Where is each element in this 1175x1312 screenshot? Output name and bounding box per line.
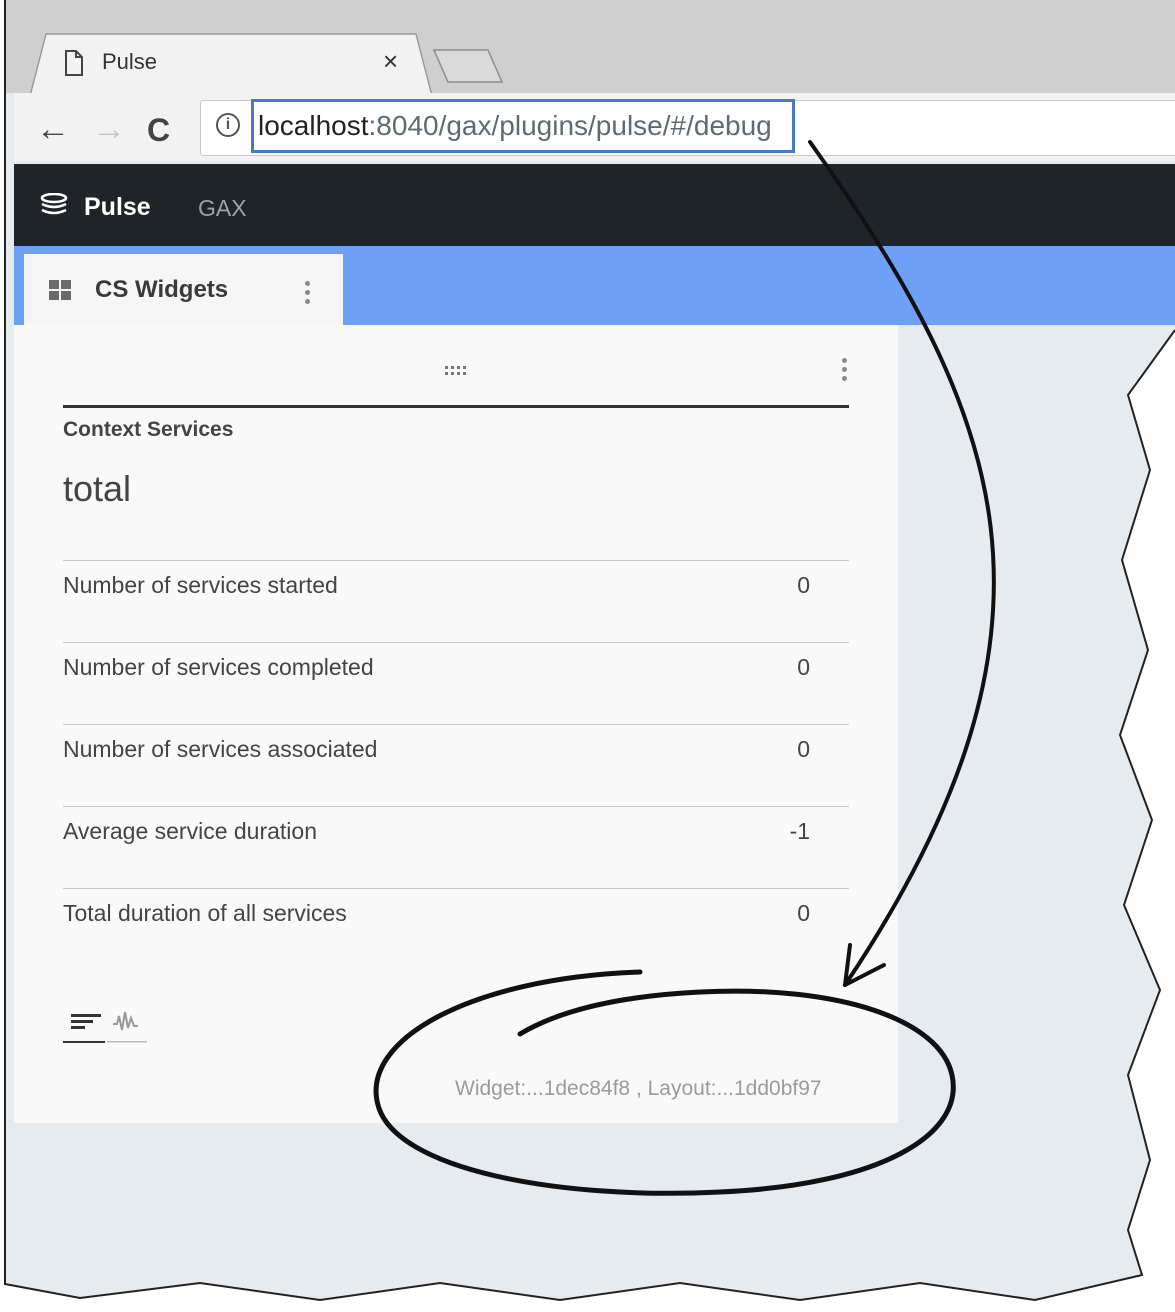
metric-value: 0 — [797, 654, 810, 680]
widget-statistic: total — [63, 468, 132, 509]
row-divider — [63, 724, 849, 725]
metric-label: Number of services started — [63, 572, 338, 598]
app-header — [14, 164, 1175, 246]
widget-header-rule — [63, 405, 849, 408]
tab-label: CS Widgets — [95, 276, 229, 303]
metric-label: Average service duration — [63, 818, 317, 844]
metric-value: 0 — [797, 900, 810, 926]
tab-strip: Pulse × — [0, 0, 1175, 97]
app-brand[interactable]: Pulse — [84, 193, 151, 222]
back-arrow-icon[interactable]: ← — [36, 110, 70, 149]
url-host: localhost — [258, 110, 369, 141]
row-divider — [63, 560, 849, 561]
metric-value: 0 — [797, 736, 810, 762]
row-divider — [63, 888, 849, 889]
page-icon — [65, 50, 83, 76]
new-tab-button[interactable] — [432, 48, 504, 84]
row-divider — [63, 642, 849, 643]
metric-value: 0 — [797, 572, 810, 598]
grid-icon — [49, 280, 71, 300]
pulse-logo-icon — [40, 193, 68, 215]
url-text[interactable]: localhost:8040/gax/plugins/pulse/#/debug — [258, 110, 772, 142]
list-view-icon[interactable] — [63, 1014, 105, 1043]
more-vert-icon[interactable] — [305, 281, 311, 308]
tab-title: Pulse — [102, 49, 158, 74]
metric-label: Number of services associated — [63, 736, 378, 762]
metric-label: Number of services completed — [63, 654, 374, 680]
row-divider — [63, 806, 849, 807]
close-icon[interactable]: × — [383, 46, 398, 77]
info-icon[interactable]: i — [216, 113, 240, 137]
view-switcher — [63, 1011, 147, 1043]
metric-value: -1 — [789, 818, 810, 844]
widget-section-title: Context Services — [63, 418, 234, 441]
waveform-icon[interactable] — [107, 1011, 147, 1043]
widget-debug-id: Widget:...1dec84f8 , Layout:...1dd0bf97 — [455, 1077, 822, 1100]
metric-label: Total duration of all services — [63, 900, 347, 926]
nav-item-gax[interactable]: GAX — [198, 195, 247, 222]
drag-handle-icon[interactable] — [445, 366, 469, 378]
reload-icon[interactable]: C — [147, 112, 170, 149]
forward-arrow-icon[interactable]: → — [92, 110, 126, 149]
widget-more-vert-icon[interactable] — [842, 358, 848, 385]
browser-window: Pulse × ← → C i localhost:8040/gax/plugi… — [0, 0, 1175, 1300]
url-path: :8040/gax/plugins/pulse/#/debug — [368, 110, 772, 141]
